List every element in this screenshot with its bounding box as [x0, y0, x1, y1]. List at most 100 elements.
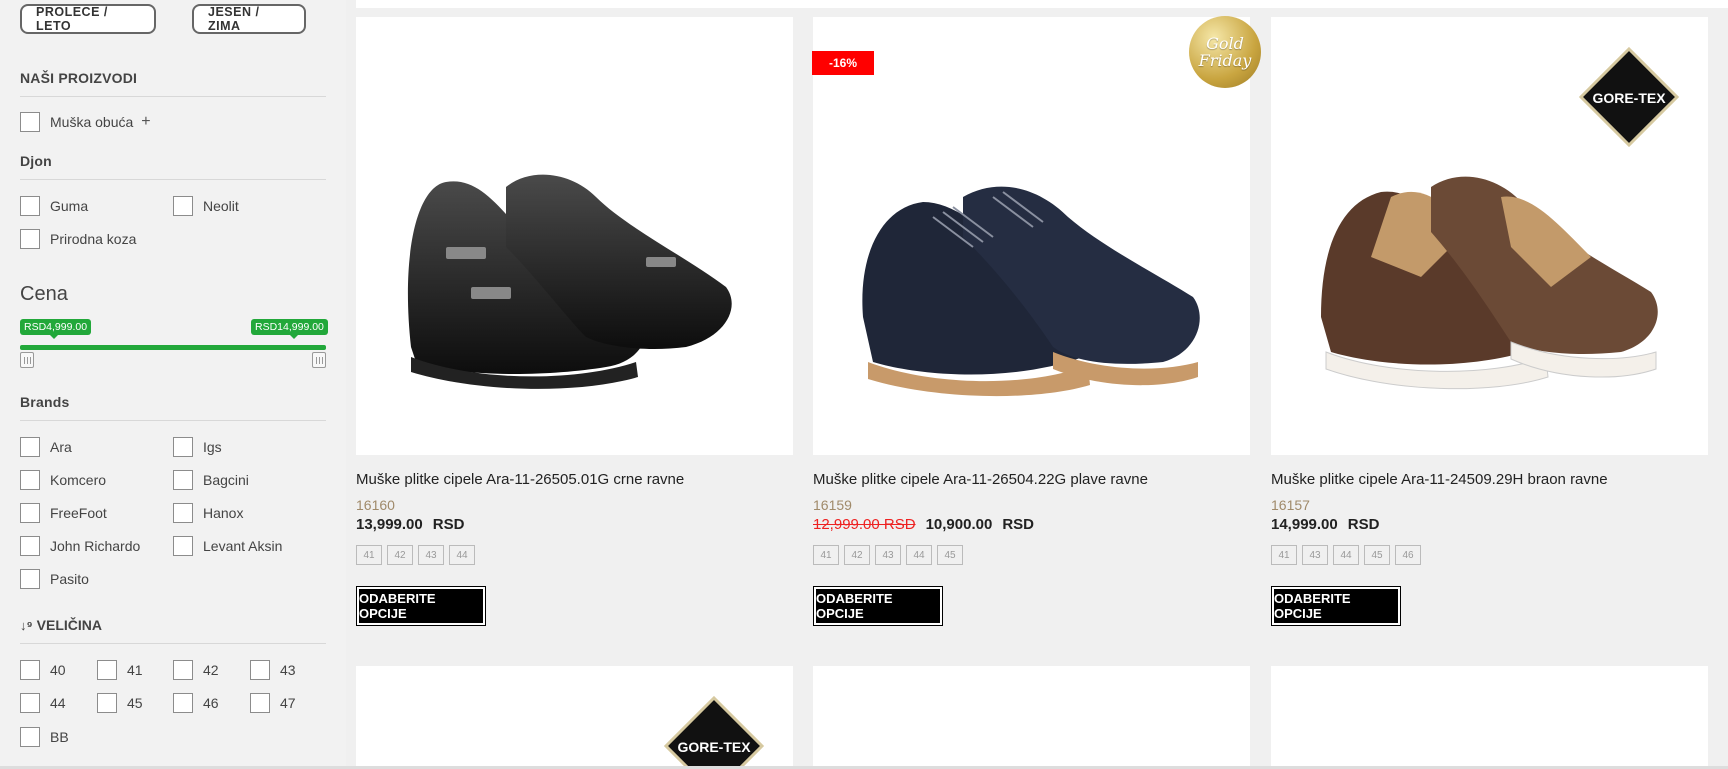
brand-item[interactable]: John Richardo	[20, 536, 140, 556]
size-chip[interactable]: 44	[906, 545, 932, 565]
size-chip[interactable]: 46	[1395, 545, 1421, 565]
size-item[interactable]: BB	[20, 727, 69, 747]
product-price-3: 14,999.00 RSD	[1271, 516, 1379, 533]
filter-item-guma[interactable]: Guma	[20, 196, 88, 216]
size-chip[interactable]: 42	[844, 545, 870, 565]
size-chip[interactable]: 43	[1302, 545, 1328, 565]
product-price-1: 13,999.00 RSD	[356, 516, 464, 533]
size-item[interactable]: 43	[250, 660, 296, 680]
product-title-1[interactable]: Muške plitke cipele Ara-11-26505.01G crn…	[356, 471, 684, 488]
product-image-3[interactable]: GORE-TEX	[1271, 17, 1708, 455]
select-options-button-1[interactable]: ODABERITE OPCIJE	[356, 586, 486, 626]
expand-plus-icon[interactable]: +	[141, 113, 150, 131]
checkbox[interactable]	[173, 503, 193, 523]
size-item[interactable]: 47	[250, 693, 296, 713]
spring-summer-button[interactable]: PROLECE / LETO	[20, 4, 156, 34]
brand-item[interactable]: Ara	[20, 437, 72, 457]
size-item[interactable]: 44	[20, 693, 66, 713]
checkbox[interactable]	[173, 437, 193, 457]
filter-item-label: Prirodna koza	[50, 231, 137, 247]
checkbox[interactable]	[173, 196, 193, 216]
size-chip[interactable]: 45	[1364, 545, 1390, 565]
checkbox[interactable]	[250, 660, 270, 680]
checkbox[interactable]	[20, 660, 40, 680]
product-code-3: 16157	[1271, 497, 1310, 513]
gold-badge-line-1: Gold	[1206, 34, 1244, 53]
brand-item[interactable]: FreeFoot	[20, 503, 107, 523]
checkbox[interactable]	[20, 727, 40, 747]
size-chip[interactable]: 41	[356, 545, 382, 565]
brand-item[interactable]: Bagcini	[173, 470, 249, 490]
filter-item-label: Muška obuća	[50, 114, 134, 130]
gore-tex-badge-icon: GORE-TEX	[664, 696, 764, 769]
checkbox[interactable]	[20, 693, 40, 713]
size-label: 46	[203, 695, 219, 711]
checkbox[interactable]	[97, 693, 117, 713]
checkbox[interactable]	[20, 437, 40, 457]
size-chip[interactable]: 42	[387, 545, 413, 565]
brand-label: FreeFoot	[50, 505, 107, 521]
filter-item-muska-obuca[interactable]: Muška obuća +	[20, 112, 151, 132]
size-chip[interactable]: 44	[1333, 545, 1359, 565]
price-slider-min-handle[interactable]	[20, 352, 34, 368]
season-toggle: PROLECE / LETO JESEN / ZIMA	[20, 4, 306, 34]
gore-tex-text: GORE-TEX	[677, 739, 751, 755]
checkbox[interactable]	[20, 536, 40, 556]
size-chip[interactable]: 43	[875, 545, 901, 565]
product-image-4[interactable]: GORE-TEX	[356, 666, 793, 769]
product-image-5[interactable]	[813, 666, 1250, 769]
select-options-button-2[interactable]: ODABERITE OPCIJE	[813, 586, 943, 626]
brand-item[interactable]: Igs	[173, 437, 222, 457]
checkbox[interactable]	[250, 693, 270, 713]
size-filter-title: ↓⁹ VELIČINA	[20, 617, 102, 633]
size-item[interactable]: 41	[97, 660, 143, 680]
product-sizes-3: 41 43 44 45 46	[1271, 545, 1421, 565]
brand-item[interactable]: Hanox	[173, 503, 243, 523]
checkbox[interactable]	[20, 229, 40, 249]
checkbox[interactable]	[20, 569, 40, 589]
checkbox[interactable]	[20, 112, 40, 132]
autumn-winter-button[interactable]: JESEN / ZIMA	[192, 4, 306, 34]
checkbox[interactable]	[20, 470, 40, 490]
brand-label: Komcero	[50, 472, 107, 488]
filter-item-label: Guma	[50, 198, 89, 214]
product-image-2[interactable]	[813, 17, 1250, 455]
product-title-2[interactable]: Muške plitke cipele Ara-11-26504.22G pla…	[813, 471, 1148, 488]
checkbox[interactable]	[173, 660, 193, 680]
product-code-2: 16159	[813, 497, 852, 513]
checkbox[interactable]	[20, 196, 40, 216]
product-image-6[interactable]	[1271, 666, 1708, 769]
checkbox[interactable]	[97, 660, 117, 680]
price-slider-track[interactable]	[20, 345, 326, 350]
checkbox[interactable]	[173, 470, 193, 490]
size-item[interactable]: 46	[173, 693, 219, 713]
checkbox[interactable]	[173, 693, 193, 713]
checkbox[interactable]	[173, 536, 193, 556]
product-image-1[interactable]	[356, 17, 793, 455]
brand-item[interactable]: Komcero	[20, 470, 106, 490]
product-title-3[interactable]: Muške plitke cipele Ara-11-24509.29H bra…	[1271, 471, 1608, 488]
brand-label: Ara	[50, 439, 72, 455]
size-chip[interactable]: 44	[449, 545, 475, 565]
size-item[interactable]: 45	[97, 693, 143, 713]
brand-item[interactable]: Pasito	[20, 569, 89, 589]
price-filter-title: Cena	[20, 283, 68, 305]
filter-item-prirodna-koza[interactable]: Prirodna koza	[20, 229, 136, 249]
size-item[interactable]: 42	[173, 660, 219, 680]
size-item[interactable]: 40	[20, 660, 66, 680]
brand-label: Bagcini	[203, 472, 249, 488]
price-slider-max-handle[interactable]	[312, 352, 326, 368]
filter-item-neolit[interactable]: Neolit	[173, 196, 239, 216]
size-label: 40	[50, 662, 66, 678]
select-options-button-3[interactable]: ODABERITE OPCIJE	[1271, 586, 1401, 626]
size-chip[interactable]: 43	[418, 545, 444, 565]
size-chip[interactable]: 41	[813, 545, 839, 565]
size-label: 42	[203, 662, 219, 678]
size-chip[interactable]: 41	[1271, 545, 1297, 565]
brand-item[interactable]: Levant Aksin	[173, 536, 282, 556]
brands-filter-title: Brands	[20, 394, 70, 410]
checkbox[interactable]	[20, 503, 40, 523]
size-chip[interactable]: 45	[937, 545, 963, 565]
price-max-label: RSD14,999.00	[251, 319, 328, 339]
product-sizes-2: 41 42 43 44 45	[813, 545, 963, 565]
